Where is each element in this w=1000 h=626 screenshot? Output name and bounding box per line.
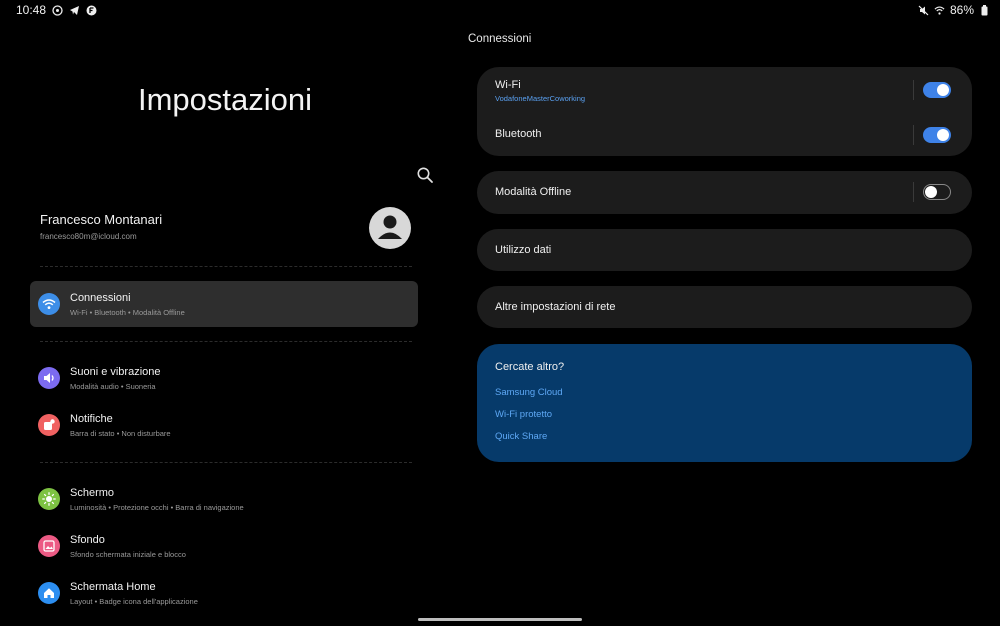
offline-mode-toggle[interactable] [923,184,951,200]
samsung-cloud-link[interactable]: Samsung Cloud [495,387,563,398]
status-bar: 10:48 86% [0,0,1000,20]
divider [913,182,914,202]
brightness-icon [38,488,60,510]
divider [913,80,914,100]
menu-item-label: Schermo [70,487,115,499]
menu-item-label: Sfondo [70,534,105,546]
quick-share-link[interactable]: Quick Share [495,431,547,442]
mute-icon [918,5,929,16]
status-time: 10:48 [16,3,47,17]
menu-item-label: Schermata Home [70,581,156,593]
wifi-toggle[interactable] [923,82,951,98]
divider [913,125,914,145]
menu-item-subtitle: Layout • Badge icona dell'applicazione [70,597,198,606]
divider [40,341,412,342]
wifi-signal-icon [934,5,945,16]
menu-item-subtitle: Barra di stato • Non disturbare [70,429,171,438]
page-title: Impostazioni [137,82,313,117]
wifi-icon [38,293,60,315]
wifi-network-name: VodafoneMasterCoworking [495,94,586,103]
telegram-icon [69,5,80,16]
other-network-settings-card[interactable]: Altre impostazioni di rete [477,286,972,328]
profile-account[interactable]: Francesco Montanari francesco80m@icloud.… [40,212,414,254]
menu-item-subtitle: Wi-Fi • Bluetooth • Modalità Offline [70,308,185,317]
menu-item-notifiche[interactable]: Notifiche Barra di stato • Non disturbar… [30,402,418,448]
menu-item-label: Notifiche [70,413,113,425]
navigation-handle[interactable] [418,618,582,621]
home-icon [38,582,60,604]
sync-icon [52,4,63,16]
secure-wifi-link[interactable]: Wi-Fi protetto [495,409,552,420]
pane-title: Connessioni [468,33,532,45]
profile-email: francesco80m@icloud.com [40,232,137,241]
app-icon [86,5,97,16]
wifi-bluetooth-card: Wi-Fi VodafoneMasterCoworking Bluetooth [477,67,972,156]
divider [40,266,412,267]
looking-for-more-card: Cercate altro? Samsung Cloud Wi-Fi prote… [477,344,972,462]
divider [40,462,412,463]
menu-item-subtitle: Modalità audio • Suoneria [70,382,156,391]
data-usage-card[interactable]: Utilizzo dati [477,229,972,271]
bluetooth-toggle[interactable] [923,127,951,143]
notification-icon [38,414,60,436]
wallpaper-icon [38,535,60,557]
battery-icon [979,4,990,16]
menu-item-connessioni[interactable]: Connessioni Wi-Fi • Bluetooth • Modalità… [30,281,418,327]
menu-item-schermata-home[interactable]: Schermata Home Layout • Badge icona dell… [30,570,418,616]
speaker-icon [38,367,60,389]
offline-mode-card[interactable]: Modalità Offline [477,171,972,214]
battery-level: 86% [949,3,974,17]
offline-mode-label: Modalità Offline [495,186,572,198]
looking-for-more-title: Cercate altro? [495,361,565,373]
search-icon[interactable] [416,166,434,184]
menu-item-label: Suoni e vibrazione [70,366,161,378]
other-network-settings-label: Altre impostazioni di rete [495,301,616,313]
menu-item-subtitle: Luminosità • Protezione occhi • Barra di… [70,503,244,512]
menu-item-subtitle: Sfondo schermata iniziale e blocco [70,550,186,559]
wifi-label: Wi-Fi [495,79,521,91]
bluetooth-setting[interactable]: Bluetooth [495,128,541,140]
profile-name: Francesco Montanari [40,212,163,227]
bluetooth-label: Bluetooth [495,128,542,140]
menu-item-schermo[interactable]: Schermo Luminosità • Protezione occhi • … [30,476,418,522]
avatar[interactable] [368,206,412,250]
data-usage-label: Utilizzo dati [495,244,552,256]
menu-item-sfondo[interactable]: Sfondo Sfondo schermata iniziale e blocc… [30,523,418,569]
menu-item-suoni-e-vibrazione[interactable]: Suoni e vibrazione Modalità audio • Suon… [30,355,418,401]
menu-item-label: Connessioni [70,292,131,304]
wifi-setting[interactable]: Wi-Fi VodafoneMasterCoworking [495,79,585,103]
